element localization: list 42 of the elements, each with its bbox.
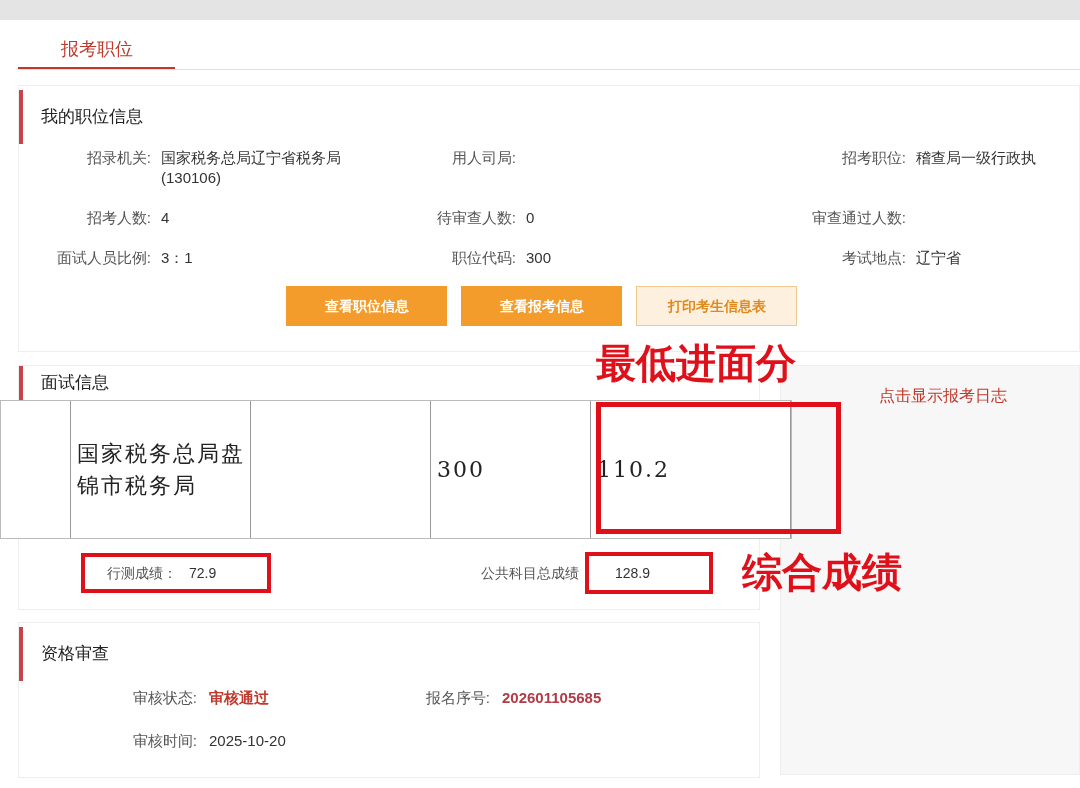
- field-value: 300: [526, 249, 552, 266]
- annotation-label: 最低进面分: [596, 343, 796, 383]
- field-value: 4: [161, 209, 170, 226]
- annotation-label: 综合成绩: [742, 552, 902, 592]
- field-label: 待审查人数:: [435, 208, 516, 228]
- field-value: 辽宁省: [916, 249, 961, 266]
- section-title: 我的职位信息: [41, 106, 143, 129]
- field-label: 审核时间:: [131, 730, 197, 751]
- field-label: 审查通过人数:: [810, 208, 906, 228]
- section-marker: [19, 627, 23, 681]
- table-cell: 110.2: [591, 401, 791, 538]
- field-label: 报名序号:: [424, 688, 490, 708]
- field-value: 202601105685: [502, 689, 602, 706]
- score-label: 行测成绩：: [107, 563, 177, 583]
- score-value: 72.9: [189, 563, 217, 583]
- field-value: 0: [526, 209, 535, 226]
- action-button[interactable]: 打印考生信息表: [636, 286, 797, 326]
- table-cell: 国家税务总局盘锦市税务局: [71, 401, 251, 538]
- section-marker: [19, 366, 23, 400]
- section-marker: [19, 90, 23, 144]
- field-label: 招录机关:: [85, 148, 151, 168]
- field-value: 2025-10-20: [209, 731, 286, 749]
- field-value: 国家税务总局辽宁省税务局(130106): [161, 149, 341, 186]
- tab[interactable]: 报考职位: [18, 32, 175, 69]
- field-label: 审核状态:: [131, 688, 197, 708]
- score-label: 公共科目总成绩: [481, 563, 579, 583]
- field-value: 审核通过: [209, 689, 269, 706]
- field-label: 招考职位:: [840, 148, 906, 168]
- field-label: 招考人数:: [85, 208, 151, 228]
- table-cell: 300: [431, 401, 591, 538]
- field-label: 用人司局:: [450, 148, 516, 168]
- score-value: 128.9: [585, 552, 713, 594]
- field-label: 考试地点:: [840, 248, 906, 268]
- action-button[interactable]: 查看职位信息: [286, 286, 447, 326]
- field-value: 稽查局一级行政执: [916, 149, 1036, 166]
- log-link[interactable]: 点击显示报考日志: [879, 387, 1007, 404]
- action-button[interactable]: 查看报考信息: [461, 286, 622, 326]
- field-value: 3：1: [161, 249, 193, 266]
- field-label: 面试人员比例:: [55, 248, 151, 268]
- section-title: 资格审查: [41, 643, 109, 666]
- section-title: 面试信息: [41, 372, 109, 395]
- field-label: 职位代码:: [450, 248, 516, 268]
